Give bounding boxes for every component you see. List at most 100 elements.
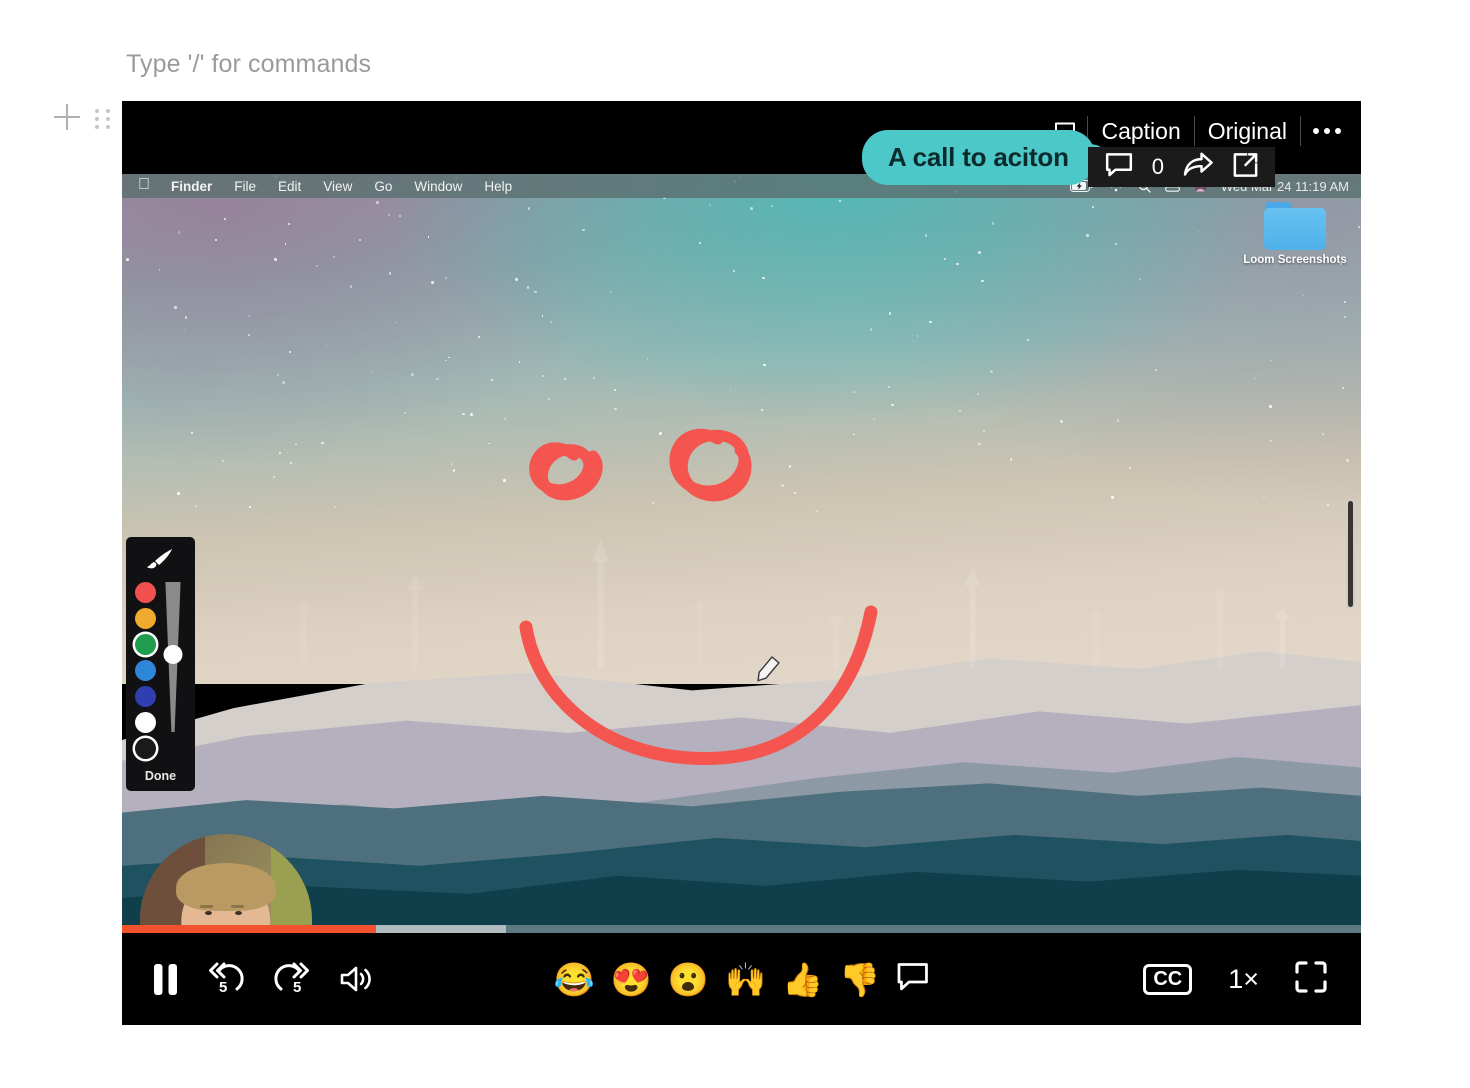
color-swatch-red[interactable] bbox=[135, 582, 156, 603]
wallpaper-star bbox=[1269, 405, 1273, 408]
wallpaper-star bbox=[184, 316, 187, 319]
menu-item-view[interactable]: View bbox=[312, 179, 363, 194]
reaction-thumbs-up[interactable]: 👍 bbox=[782, 963, 823, 996]
wallpaper-star bbox=[658, 432, 662, 436]
fullscreen-icon[interactable] bbox=[1295, 960, 1327, 998]
share-arrow-icon[interactable] bbox=[1182, 152, 1214, 183]
emoji-reaction-bar: 😂 😍 😮 🙌 👍 👎 bbox=[554, 962, 930, 997]
wallpaper-star bbox=[376, 201, 379, 204]
menu-item-window[interactable]: Window bbox=[403, 179, 473, 194]
drag-dot bbox=[95, 109, 99, 113]
desktop-folder-loom-screenshots[interactable]: Loom Screenshots bbox=[1239, 202, 1351, 266]
wallpaper-star bbox=[281, 380, 285, 384]
menu-item-edit[interactable]: Edit bbox=[267, 179, 312, 194]
wallpaper-star bbox=[274, 257, 277, 261]
progress-bar[interactable] bbox=[122, 925, 1361, 933]
wallpaper-star bbox=[469, 413, 473, 417]
volume-button[interactable] bbox=[339, 964, 375, 994]
wallpaper-star bbox=[534, 290, 537, 293]
thickness-knob[interactable] bbox=[163, 645, 183, 664]
color-swatch-white[interactable] bbox=[135, 712, 156, 733]
brush-icon[interactable] bbox=[146, 547, 176, 574]
wallpaper-star bbox=[1060, 420, 1063, 423]
color-swatch-list[interactable] bbox=[135, 582, 156, 759]
pause-button[interactable] bbox=[152, 963, 179, 996]
wallpaper-star bbox=[705, 430, 708, 433]
wallpaper-star bbox=[732, 269, 735, 272]
add-comment-icon[interactable] bbox=[896, 962, 929, 997]
vertical-scrollbar[interactable] bbox=[1346, 499, 1355, 609]
menu-item-go[interactable]: Go bbox=[363, 179, 403, 194]
wallpaper-star bbox=[564, 378, 566, 380]
closed-captions-button[interactable]: CC bbox=[1143, 963, 1193, 995]
wallpaper-star bbox=[1321, 432, 1324, 436]
color-swatch-light-blue[interactable] bbox=[135, 660, 156, 681]
open-external-icon[interactable] bbox=[1232, 152, 1259, 183]
wallpaper-star bbox=[592, 377, 595, 379]
wallpaper-star bbox=[177, 492, 180, 495]
annotation-toolbar[interactable]: Done bbox=[126, 537, 195, 791]
done-button[interactable]: Done bbox=[139, 767, 182, 785]
wallpaper-star bbox=[388, 214, 390, 216]
folder-icon bbox=[1264, 202, 1326, 250]
playback-speed-button[interactable]: 1× bbox=[1228, 964, 1259, 995]
drag-dot bbox=[106, 117, 110, 121]
wallpaper-star bbox=[445, 359, 447, 362]
drag-handle-icon[interactable] bbox=[95, 109, 112, 129]
cta-speech-bubble[interactable]: A call to aciton bbox=[862, 130, 1095, 185]
wallpaper-star bbox=[1326, 504, 1329, 507]
progress-played bbox=[122, 925, 376, 933]
drag-dot bbox=[95, 125, 99, 129]
more-options-button[interactable] bbox=[1301, 109, 1353, 153]
forward-5-button[interactable]: 5 bbox=[273, 961, 311, 997]
add-block-button[interactable] bbox=[54, 104, 80, 130]
share-toolbar[interactable]: 0 bbox=[1087, 147, 1275, 187]
wallpaper-star bbox=[358, 238, 362, 241]
wallpaper-star bbox=[762, 276, 765, 280]
webcam-person-brow bbox=[231, 904, 245, 908]
wallpaper-star bbox=[1091, 205, 1094, 208]
wallpaper-star bbox=[708, 203, 711, 207]
desktop-wallpaper bbox=[122, 174, 1361, 946]
editor-placeholder-text[interactable]: Type '/' for commands bbox=[126, 50, 371, 79]
menu-item-file[interactable]: File bbox=[223, 179, 267, 194]
wallpaper-star bbox=[582, 228, 585, 232]
wallpaper-star bbox=[749, 206, 753, 210]
wallpaper-star bbox=[981, 279, 984, 282]
reaction-raised-hands[interactable]: 🙌 bbox=[725, 963, 766, 996]
menu-item-help[interactable]: Help bbox=[473, 179, 523, 194]
wallpaper-star bbox=[943, 257, 946, 260]
svg-text:5: 5 bbox=[293, 979, 301, 996]
wallpaper-star bbox=[1085, 233, 1089, 237]
reaction-heart-eyes[interactable]: 😍 bbox=[611, 963, 652, 996]
wallpaper-star bbox=[1154, 368, 1157, 371]
reaction-thumbs-down[interactable]: 👎 bbox=[839, 963, 880, 996]
wallpaper-star bbox=[289, 461, 292, 465]
color-swatch-blue[interactable] bbox=[135, 686, 156, 707]
color-swatch-orange[interactable] bbox=[135, 608, 156, 629]
reaction-surprised[interactable]: 😮 bbox=[668, 963, 709, 996]
color-swatch-green[interactable] bbox=[135, 634, 156, 655]
video-player-embed[interactable]:  Finder File Edit View Go Window Help bbox=[122, 101, 1361, 1025]
apple-logo-icon[interactable]:  bbox=[136, 176, 160, 197]
wallpaper-star bbox=[279, 452, 281, 454]
menu-item-finder[interactable]: Finder bbox=[160, 179, 223, 194]
comment-bubble-icon[interactable] bbox=[1104, 152, 1134, 183]
reaction-joy[interactable]: 😂 bbox=[554, 963, 595, 996]
rewind-5-button[interactable]: 5 bbox=[207, 961, 245, 997]
wallpaper-star bbox=[289, 350, 292, 353]
color-swatch-black[interactable] bbox=[135, 738, 156, 759]
wallpaper-star bbox=[1343, 316, 1346, 319]
recorded-screen-content:  Finder File Edit View Go Window Help bbox=[122, 174, 1361, 946]
wallpaper-star bbox=[478, 336, 480, 338]
wallpaper-star bbox=[1114, 242, 1117, 246]
webcam-person-brow bbox=[200, 904, 214, 908]
wallpaper-star bbox=[781, 483, 784, 487]
wallpaper-star bbox=[869, 328, 872, 331]
wallpaper-star bbox=[518, 361, 520, 363]
wallpaper-star bbox=[514, 278, 518, 281]
comment-count: 0 bbox=[1151, 154, 1164, 179]
wallpaper-star bbox=[411, 373, 414, 377]
brush-thickness-slider[interactable] bbox=[160, 582, 186, 732]
wallpaper-star bbox=[174, 305, 178, 309]
